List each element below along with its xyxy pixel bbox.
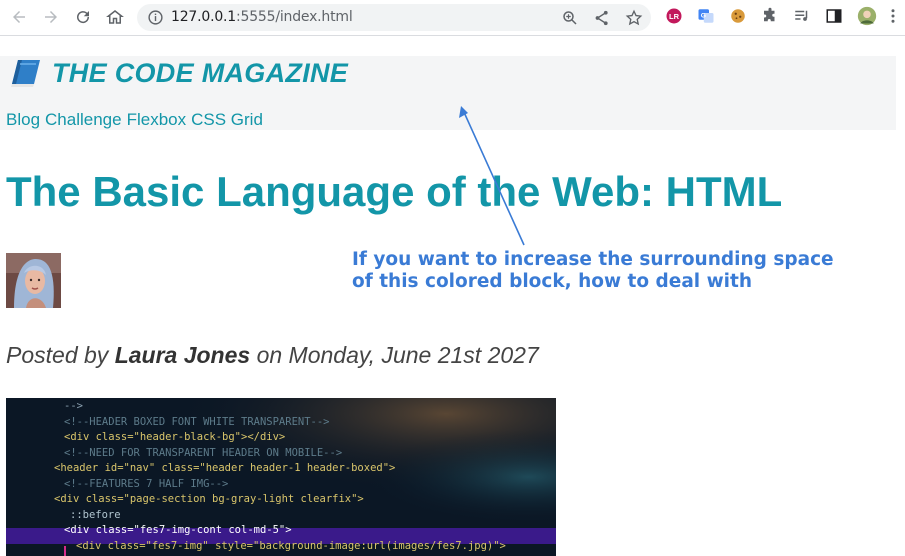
code-image-line: <!--NEED FOR TRANSPARENT HEADER ON MOBIL… <box>64 446 343 459</box>
byline-date: on Monday, June 21st 2027 <box>250 342 539 368</box>
extensions-puzzle-icon[interactable] <box>761 7 779 25</box>
code-image-line: <header id="nav" class="header header-1 … <box>54 462 396 474</box>
annotation-line-2: of this colored block, how to deal with <box>352 271 753 292</box>
reload-icon[interactable] <box>72 6 94 28</box>
forward-icon[interactable] <box>40 6 62 28</box>
code-image-line: <div class="fes7-img" style="background-… <box>76 539 506 552</box>
side-panel-icon[interactable] <box>825 7 843 25</box>
code-image-line: ::before <box>70 508 121 521</box>
code-image-line: <div class="header-black-bg"></div> <box>64 431 286 443</box>
byline-prefix: Posted by <box>6 342 115 368</box>
code-image-line: <!--HEADER BOXED FONT WHITE TRANSPARENT-… <box>64 415 330 428</box>
url-host: 127.0.0.1 <box>171 9 236 25</box>
article-headline: The Basic Language of the Web: HTML <box>6 168 783 215</box>
address-bar[interactable]: 127.0.0.1:5555/index.html <box>137 4 651 31</box>
annotation-note: If you want to increase the surrounding … <box>352 249 834 293</box>
site-info-icon[interactable] <box>147 9 164 26</box>
url-text[interactable]: 127.0.0.1:5555/index.html <box>171 9 353 25</box>
article-hero-image: --> <!--HEADER BOXED FONT WHITE TRANSPARE… <box>6 398 556 556</box>
code-image-line: --> <box>64 400 83 412</box>
code-image-line: <div class="page-section bg-gray-light c… <box>54 493 364 505</box>
cookie-icon[interactable] <box>729 7 747 25</box>
nav-link-flexbox[interactable]: Flexbox <box>127 110 187 129</box>
menu-kebab-icon[interactable] <box>884 7 902 25</box>
top-navigation: Blog Challenge Flexbox CSS Grid <box>6 110 268 130</box>
nav-link-blog[interactable]: Blog <box>6 110 40 129</box>
code-image-line: <!--FEATURES 7 HALF IMG--> <box>64 477 229 490</box>
site-title: THE CODE MAGAZINE <box>52 58 349 88</box>
article-byline: Posted by Laura Jones on Monday, June 21… <box>6 342 539 369</box>
logo[interactable] <box>8 57 42 89</box>
bookmark-star-icon[interactable] <box>625 9 643 27</box>
blue-book-icon <box>11 60 40 87</box>
extension-lr-icon[interactable]: LR <box>665 7 683 25</box>
browser-toolbar: 127.0.0.1:5555/index.html LR G <box>0 0 905 36</box>
back-icon[interactable] <box>8 6 30 28</box>
translate-icon[interactable]: G <box>697 7 715 25</box>
code-image-line: <div class="fes7-img-cont col-md-5"> <box>64 524 292 536</box>
media-queue-icon[interactable] <box>793 7 811 25</box>
home-icon[interactable] <box>104 6 126 28</box>
nav-link-css-grid[interactable]: CSS Grid <box>191 110 263 129</box>
annotation-line-1: If you want to increase the surrounding … <box>352 249 834 270</box>
svg-text:G: G <box>701 13 706 20</box>
share-icon[interactable] <box>593 9 611 27</box>
zoom-icon[interactable] <box>561 9 579 27</box>
svg-text:LR: LR <box>669 12 680 21</box>
author-name: Laura Jones <box>114 342 251 368</box>
nav-link-challenge[interactable]: Challenge <box>45 110 122 129</box>
url-path: :5555/index.html <box>236 9 353 25</box>
profile-avatar[interactable] <box>857 6 877 26</box>
author-avatar <box>6 253 61 308</box>
